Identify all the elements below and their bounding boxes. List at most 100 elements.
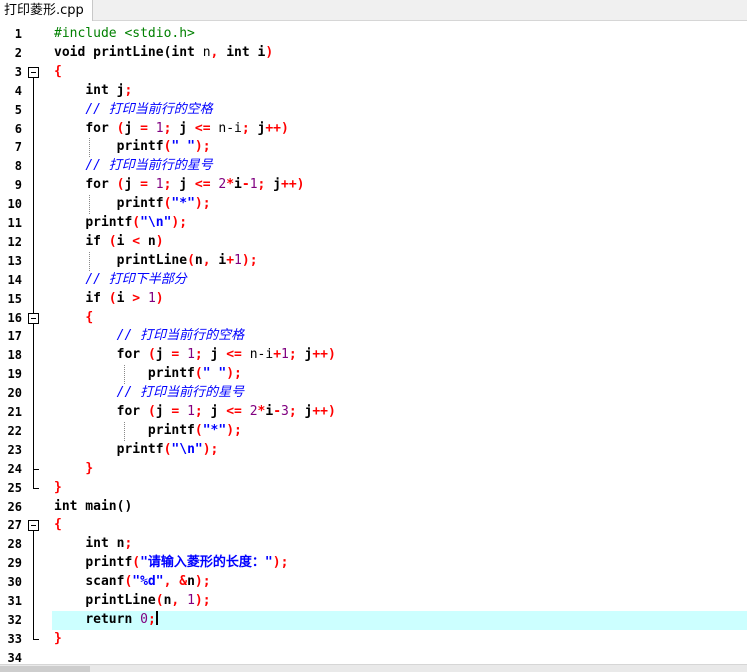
code-line[interactable]: 30 scanf("%d", &n); bbox=[0, 573, 747, 592]
code-text: // 打印当前行的空格 bbox=[54, 327, 244, 346]
code-line[interactable]: 23 printf("\n"); bbox=[0, 441, 747, 460]
fold-collapse-icon[interactable] bbox=[28, 66, 39, 78]
line-number: 16 bbox=[7, 310, 22, 325]
code-line[interactable]: 11 printf("\n"); bbox=[0, 214, 747, 233]
code-line[interactable]: 10 printf("*"); bbox=[0, 195, 747, 214]
code-token: n bbox=[194, 44, 211, 60]
code-token: ( bbox=[108, 233, 117, 249]
indent-guide bbox=[89, 138, 90, 158]
code-text: for (j = 1; j <= 2*i-1; j++) bbox=[54, 176, 305, 195]
code-text: printf(" "); bbox=[54, 138, 211, 157]
code-text: printLine(n, i+1); bbox=[54, 252, 258, 271]
code-token: j bbox=[124, 177, 141, 193]
code-line[interactable]: 12 if (i < n) bbox=[0, 233, 747, 252]
code-text: int n; bbox=[54, 535, 132, 554]
line-number: 18 bbox=[7, 348, 22, 363]
code-text: printf(" "); bbox=[54, 365, 242, 384]
code-token: 0 bbox=[140, 611, 148, 627]
code-line[interactable]: 5 // 打印当前行的空格 bbox=[0, 101, 747, 120]
code-token: ) bbox=[155, 290, 164, 306]
code-line[interactable]: 4 int j; bbox=[0, 82, 747, 101]
code-line[interactable]: 20 // 打印当前行的星号 bbox=[0, 384, 747, 403]
code-token: ; bbox=[194, 347, 203, 363]
code-line[interactable]: 25} bbox=[0, 479, 747, 498]
code-token: ; bbox=[288, 404, 297, 419]
code-token: i bbox=[265, 404, 274, 419]
code-line[interactable]: 7 printf(" "); bbox=[0, 138, 747, 157]
code-token: ; bbox=[194, 404, 203, 419]
code-token: n bbox=[187, 574, 195, 590]
code-token: { bbox=[54, 517, 62, 533]
scrollbar-thumb[interactable] bbox=[0, 666, 90, 672]
code-line[interactable]: 27 { bbox=[0, 516, 747, 535]
code-token: printf bbox=[116, 196, 164, 212]
code-token: ); bbox=[171, 215, 188, 230]
code-token: 1 bbox=[155, 120, 164, 136]
code-token: // 打印当前行的星号 bbox=[85, 158, 213, 174]
code-text: printf("*"); bbox=[54, 422, 242, 441]
code-token: 1 bbox=[234, 252, 242, 268]
line-number: 21 bbox=[7, 405, 22, 419]
code-token: ) bbox=[265, 44, 274, 60]
code-line[interactable]: 19 printf(" "); bbox=[0, 365, 747, 384]
fold-collapse-icon[interactable] bbox=[28, 520, 39, 532]
code-line[interactable]: 1 #include <stdio.h> bbox=[0, 25, 747, 44]
line-number: 24 bbox=[7, 461, 22, 476]
code-line[interactable]: 6 for (j = 1; j <= n-i; j++) bbox=[0, 120, 747, 139]
code-token: 1 bbox=[187, 593, 195, 608]
code-editor[interactable]: 1 #include <stdio.h> 2 void printLine(int n… bbox=[0, 25, 747, 665]
code-line[interactable]: 3{ bbox=[0, 63, 747, 82]
code-text: if (i > 1) bbox=[54, 290, 164, 309]
line-number: 15 bbox=[7, 291, 22, 306]
line-number: 30 bbox=[7, 575, 22, 590]
code-token: i bbox=[210, 252, 227, 268]
code-token: int j bbox=[85, 82, 125, 98]
code-line[interactable]: 33} bbox=[0, 630, 747, 649]
fold-range-line bbox=[33, 323, 34, 469]
code-token: " " bbox=[171, 139, 195, 155]
code-token: ++) bbox=[281, 177, 305, 193]
code-token: ); bbox=[194, 593, 211, 608]
line-number: 6 bbox=[14, 121, 22, 136]
code-token: 1 bbox=[187, 404, 195, 419]
code-line[interactable]: 32 return 0; bbox=[0, 610, 747, 630]
code-line[interactable]: 29 printf("请输入菱形的长度："); bbox=[0, 554, 747, 573]
code-line[interactable]: 16 { bbox=[0, 309, 747, 328]
code-token: 2 bbox=[249, 404, 258, 419]
code-line[interactable]: 8 // 打印当前行的星号 bbox=[0, 157, 747, 176]
code-line[interactable]: 2 void printLine(int n, int i) bbox=[0, 44, 747, 63]
code-line[interactable]: 24 } bbox=[0, 460, 747, 479]
code-token: printf bbox=[85, 555, 133, 571]
code-line[interactable]: 9 for (j = 1; j <= 2*i-1; j++) bbox=[0, 176, 747, 195]
code-token: 1 bbox=[147, 290, 156, 306]
code-text: printf("请输入菱形的长度："); bbox=[54, 554, 288, 573]
code-token: ++) bbox=[312, 404, 336, 419]
indent-guide bbox=[89, 195, 90, 214]
code-line[interactable]: 18 for (j = 1; j <= n-i+1; j++) bbox=[0, 346, 747, 365]
code-line[interactable]: 21 for (j = 1; j <= 2*i-3; j++) bbox=[0, 403, 747, 422]
code-text: // 打印下半部分 bbox=[54, 271, 186, 290]
tab-file[interactable]: 打印菱形.cpp bbox=[0, 0, 93, 21]
code-line[interactable]: 28 int n; bbox=[0, 535, 747, 554]
code-line[interactable]: 15 if (i > 1) bbox=[0, 290, 747, 309]
code-token: ( bbox=[132, 215, 141, 230]
code-line[interactable]: 17 // 打印当前行的空格 bbox=[0, 327, 747, 346]
code-line[interactable]: 26 int main() bbox=[0, 498, 747, 517]
code-token: printf bbox=[116, 441, 164, 457]
horizontal-scrollbar[interactable] bbox=[0, 664, 747, 672]
code-line[interactable]: 22 printf("*"); bbox=[0, 422, 747, 441]
line-number: 8 bbox=[14, 159, 22, 174]
code-line[interactable]: 13 printLine(n, i+1); bbox=[0, 252, 747, 271]
fold-collapse-icon[interactable] bbox=[28, 312, 39, 324]
code-token: <= bbox=[226, 347, 242, 363]
code-token: j bbox=[202, 347, 227, 363]
code-line[interactable]: 31 printLine(n, 1); bbox=[0, 592, 747, 611]
code-line[interactable]: 14 // 打印下半部分 bbox=[0, 271, 747, 290]
tab-bar: 打印菱形.cpp bbox=[0, 0, 747, 21]
